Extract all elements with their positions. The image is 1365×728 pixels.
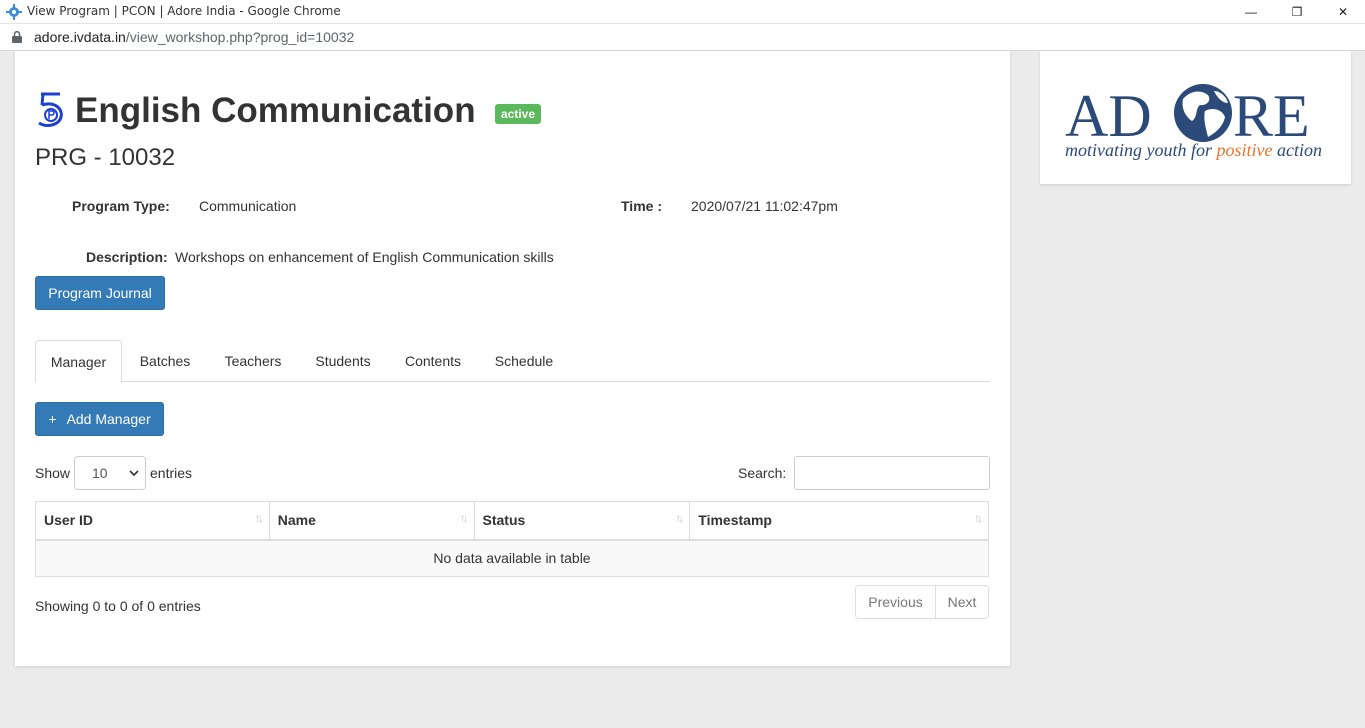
search-input[interactable] (794, 456, 990, 490)
tab-contents[interactable]: Contents (393, 340, 473, 382)
adore-logo: AD RE motivating youth for positive acti… (1065, 83, 1322, 160)
table-row: No data available in table (35, 539, 989, 577)
description-label: Description: (86, 249, 168, 265)
entries-select[interactable]: 10 (74, 456, 146, 490)
entries-label: entries (150, 465, 193, 481)
column-label: Timestamp (698, 512, 772, 529)
url-host: adore.ivdata.in (34, 29, 126, 45)
add-manager-label: Add Manager (66, 411, 151, 427)
tagline-part: motivating youth for (1065, 140, 1217, 160)
pagination: Previous Next (855, 585, 989, 619)
time-label: Time : (621, 198, 662, 214)
logo-panel: AD RE motivating youth for positive acti… (1040, 51, 1351, 184)
sort-icon: ↑↓ (254, 511, 264, 525)
tab-students[interactable]: Students (305, 340, 381, 382)
program-type-value: Communication (199, 198, 297, 214)
column-header-user-id[interactable]: User ID ↑↓ (35, 501, 270, 541)
program-panel: English Communication active PRG - 10032… (15, 51, 1010, 666)
table-info: Showing 0 to 0 of 0 entries (35, 598, 201, 614)
column-header-timestamp[interactable]: Timestamp ↑↓ (689, 501, 989, 541)
logo-tagline: motivating youth for positive action (1065, 140, 1322, 160)
tab-teachers[interactable]: Teachers (213, 340, 293, 382)
sort-icon: ↑↓ (459, 511, 469, 525)
tab-batches[interactable]: Batches (127, 340, 203, 382)
sort-icon: ↑↓ (974, 511, 983, 525)
tab-manager[interactable]: Manager (35, 340, 122, 383)
program-code: PRG - 10032 (35, 144, 176, 171)
column-header-status[interactable]: Status ↑↓ (473, 501, 691, 541)
gear-icon (6, 4, 22, 20)
next-button[interactable]: Next (936, 586, 988, 618)
lock-icon (12, 31, 22, 43)
number-5-icon (38, 92, 63, 127)
managers-table: User ID ↑↓ Name ↑↓ Status ↑↓ Timestamp ↑↓ No… (35, 501, 989, 577)
plus-icon: + (48, 411, 57, 427)
url-path: /view_workshop.php?prog_id=10032 (125, 29, 355, 45)
search-label: Search: (738, 465, 787, 481)
column-label: User ID (44, 512, 94, 529)
window-title: View Program | PCON | Adore India - Goog… (27, 4, 341, 18)
previous-button[interactable]: Previous (856, 586, 936, 618)
url-text[interactable]: adore.ivdata.in/view_workshop.php?prog_i… (34, 29, 354, 45)
add-manager-button[interactable]: + Add Manager (35, 402, 164, 436)
address-bar[interactable]: adore.ivdata.in/view_workshop.php?prog_i… (0, 24, 1365, 51)
entries-select-value: 10 (92, 465, 108, 481)
column-label: Status (482, 512, 526, 529)
column-label: Name (277, 512, 316, 529)
chevron-down-icon (129, 470, 139, 477)
sort-icon: ↑↓ (675, 511, 684, 525)
restore-button[interactable]: ❐ (1274, 0, 1320, 24)
tagline-part: action (1273, 140, 1323, 160)
column-header-name[interactable]: Name ↑↓ (268, 501, 475, 541)
page-title: English Communication (75, 91, 476, 130)
program-type-label: Program Type: (72, 198, 170, 214)
show-label: Show (35, 465, 71, 481)
tab-schedule[interactable]: Schedule (484, 340, 564, 382)
empty-table-message: No data available in table (35, 539, 989, 577)
description-value: Workshops on enhancement of English Comm… (175, 249, 554, 265)
time-value: 2020/07/21 11:02:47pm (691, 198, 838, 214)
minimize-button[interactable]: — (1228, 0, 1274, 24)
browser-titlebar: View Program | PCON | Adore India - Goog… (0, 0, 1365, 24)
tagline-highlight: positive (1215, 140, 1273, 160)
status-badge: active (495, 104, 542, 124)
program-journal-button[interactable]: Program Journal (35, 276, 165, 310)
program-tabs: Manager Batches Teachers Students Conten… (35, 340, 990, 383)
close-button[interactable]: ✕ (1320, 0, 1365, 24)
